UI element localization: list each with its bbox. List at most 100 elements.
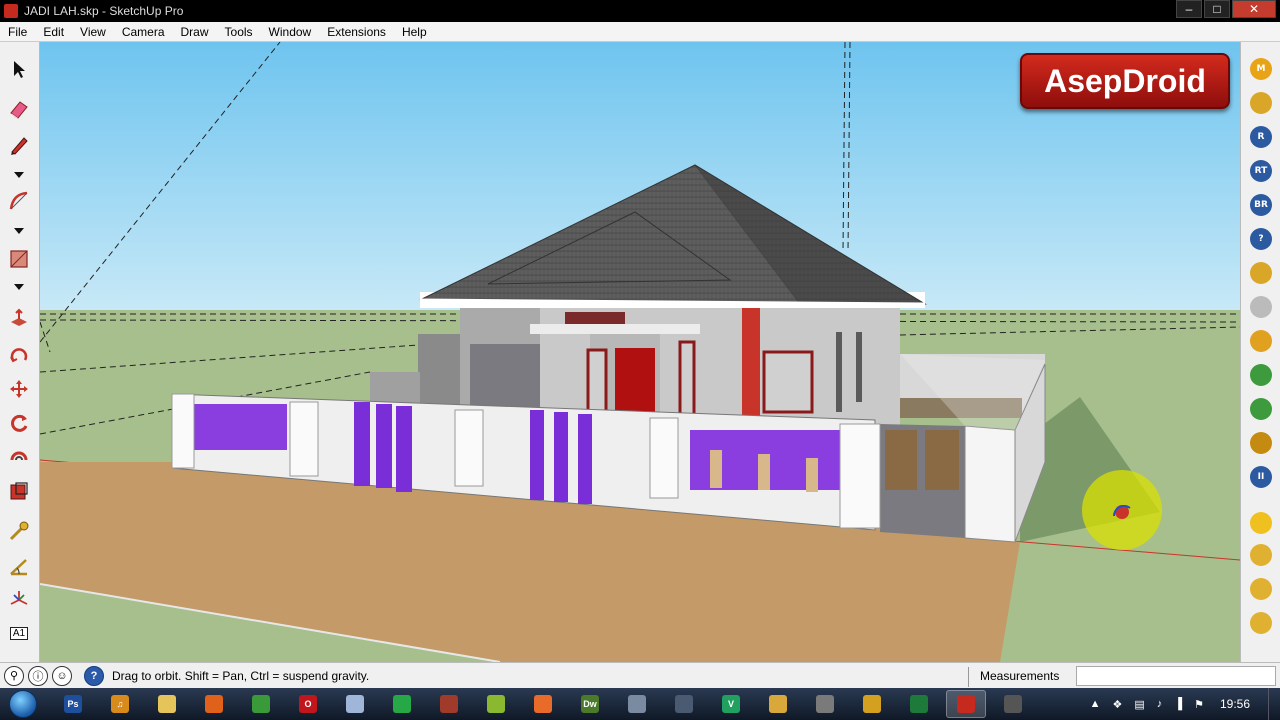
taskbar-app-button[interactable] (335, 690, 375, 718)
user-account-icon[interactable]: ☺ (52, 665, 72, 686)
taskbar-app-button[interactable] (523, 690, 563, 718)
dome-plugin-icon[interactable] (1250, 612, 1272, 634)
taskbar-app-button[interactable] (476, 690, 516, 718)
clock[interactable]: 19:56 (1220, 697, 1250, 711)
flag-plugin-icon[interactable] (1250, 578, 1272, 600)
maximize-button[interactable]: □ (1204, 0, 1230, 18)
pause-plugin-icon[interactable]: II (1250, 466, 1272, 488)
3d-scene[interactable] (40, 42, 1240, 662)
taskbar-app-button[interactable] (664, 690, 704, 718)
menu-file[interactable]: File (0, 25, 35, 39)
help-icon[interactable]: ? (84, 665, 104, 686)
arc-dropdown-icon[interactable] (6, 224, 32, 238)
select-tool-icon[interactable] (6, 56, 32, 82)
menu-draw[interactable]: Draw (173, 25, 217, 39)
opera-icon: O (299, 695, 317, 713)
taskbar-app-button[interactable]: Ps (53, 690, 93, 718)
volume-icon[interactable]: ♪ (1157, 698, 1163, 710)
shape-dropdown-icon[interactable] (6, 280, 32, 294)
tag-plugin-icon[interactable] (1250, 92, 1272, 114)
right-toolbar: M R RT BR? II (1240, 42, 1280, 662)
close-button[interactable]: ✕ (1232, 0, 1276, 18)
push-pull-tool-icon[interactable] (6, 306, 32, 332)
menu-edit[interactable]: Edit (35, 25, 72, 39)
offset-tool-icon[interactable] (6, 444, 32, 470)
network-icon[interactable]: ▤ (1134, 698, 1144, 711)
show-hidden-icon[interactable]: ▲ (1090, 698, 1101, 710)
sphere-plugin-icon[interactable] (1250, 296, 1272, 318)
rt-plugin-icon[interactable]: RT (1250, 160, 1272, 182)
geo-location-icon[interactable]: ⚲ (4, 665, 24, 686)
asepdroid-watermark: AsepDroid (1020, 53, 1230, 109)
menu-window[interactable]: Window (261, 25, 320, 39)
taskbar-app-button[interactable] (946, 690, 986, 718)
arc-tool-icon[interactable] (6, 188, 32, 214)
taskbar-app-button[interactable] (617, 690, 657, 718)
eraser-tool-icon[interactable] (6, 96, 32, 122)
arrows-plugin-icon[interactable] (1250, 330, 1272, 352)
document-icon (346, 695, 364, 713)
system-tray: ▲ ❖ ▤ ♪ ▐ ⚑ 19:56 (1084, 688, 1280, 720)
ball-plugin-icon[interactable] (1250, 512, 1272, 534)
taskbar-app-button[interactable]: V (711, 690, 751, 718)
taskbar-app-button[interactable] (758, 690, 798, 718)
menu-help[interactable]: Help (394, 25, 435, 39)
tree-alt-plugin-icon[interactable] (1250, 398, 1272, 420)
taskbar-app-button[interactable]: ♫ (100, 690, 140, 718)
menu-bar: File Edit View Camera Draw Tools Window … (0, 22, 1280, 42)
tag-edit-plugin-icon[interactable] (1250, 262, 1272, 284)
br-plugin-icon[interactable]: BR (1250, 194, 1272, 216)
orbit-cursor (1082, 470, 1162, 550)
help-plugin-icon[interactable]: ? (1250, 228, 1272, 250)
minimize-button[interactable]: – (1176, 0, 1202, 18)
plane-plugin-icon[interactable] (1250, 544, 1272, 566)
show-desktop-button[interactable] (1268, 688, 1280, 720)
taskbar-app-button[interactable] (805, 690, 845, 718)
measurements-input[interactable] (1076, 666, 1276, 686)
taskbar-app-button[interactable]: O (288, 690, 328, 718)
firefox-icon (205, 695, 223, 713)
menu-camera[interactable]: Camera (114, 25, 173, 39)
start-button[interactable] (0, 688, 46, 720)
left-toolbar: A1 (0, 42, 40, 662)
taskbar-app-button[interactable] (993, 690, 1033, 718)
tool-icon (816, 695, 834, 713)
taskbar-app-button[interactable] (241, 690, 281, 718)
signal-icon[interactable]: ▐ (1174, 698, 1182, 710)
m-plugin-icon[interactable]: M (1250, 58, 1272, 80)
blackberry-icon (675, 695, 693, 713)
folder-lock-icon (769, 695, 787, 713)
sketchup-app-icon[interactable] (4, 4, 18, 18)
status-bar: ⚲ ⓘ ☺ ? Drag to orbit. Shift = Pan, Ctrl… (0, 662, 1280, 688)
menu-extensions[interactable]: Extensions (319, 25, 394, 39)
taskbar-app-button[interactable] (899, 690, 939, 718)
scale-tool-icon[interactable] (6, 478, 32, 504)
text-tool-icon[interactable]: A1 (6, 620, 32, 646)
r-plugin-icon[interactable]: R (1250, 126, 1272, 148)
move-tool-icon[interactable] (6, 376, 32, 402)
taskbar-app-button[interactable] (147, 690, 187, 718)
taskbar-app-button[interactable] (429, 690, 469, 718)
taskbar-app-button[interactable]: Dw (570, 690, 610, 718)
windows-logo-icon (9, 690, 37, 718)
protractor-tool-icon[interactable] (6, 554, 32, 580)
orbit-tool-icon[interactable] (6, 342, 32, 368)
tape-measure-tool-icon[interactable] (6, 518, 32, 544)
taskbar-app-button[interactable] (852, 690, 892, 718)
axes-tool-icon[interactable] (6, 586, 32, 612)
taskbar-app-button[interactable] (382, 690, 422, 718)
pencil-tool-icon[interactable] (6, 132, 32, 158)
pencil-dropdown-icon[interactable] (6, 168, 32, 182)
menu-tools[interactable]: Tools (217, 25, 261, 39)
rectangle-tool-icon[interactable] (6, 246, 32, 272)
credits-icon[interactable]: ⓘ (28, 665, 48, 686)
flag-icon[interactable]: ⚑ (1194, 698, 1204, 711)
target-plugin-icon[interactable] (1250, 432, 1272, 454)
rotate-tool-icon[interactable] (6, 410, 32, 436)
tree-plugin-icon[interactable] (1250, 364, 1272, 386)
taskbar-app-button[interactable] (194, 690, 234, 718)
measurements-divider (968, 667, 969, 687)
menu-view[interactable]: View (72, 25, 114, 39)
dropbox-icon[interactable]: ❖ (1113, 698, 1123, 711)
model-viewport[interactable]: AsepDroid (40, 42, 1240, 662)
